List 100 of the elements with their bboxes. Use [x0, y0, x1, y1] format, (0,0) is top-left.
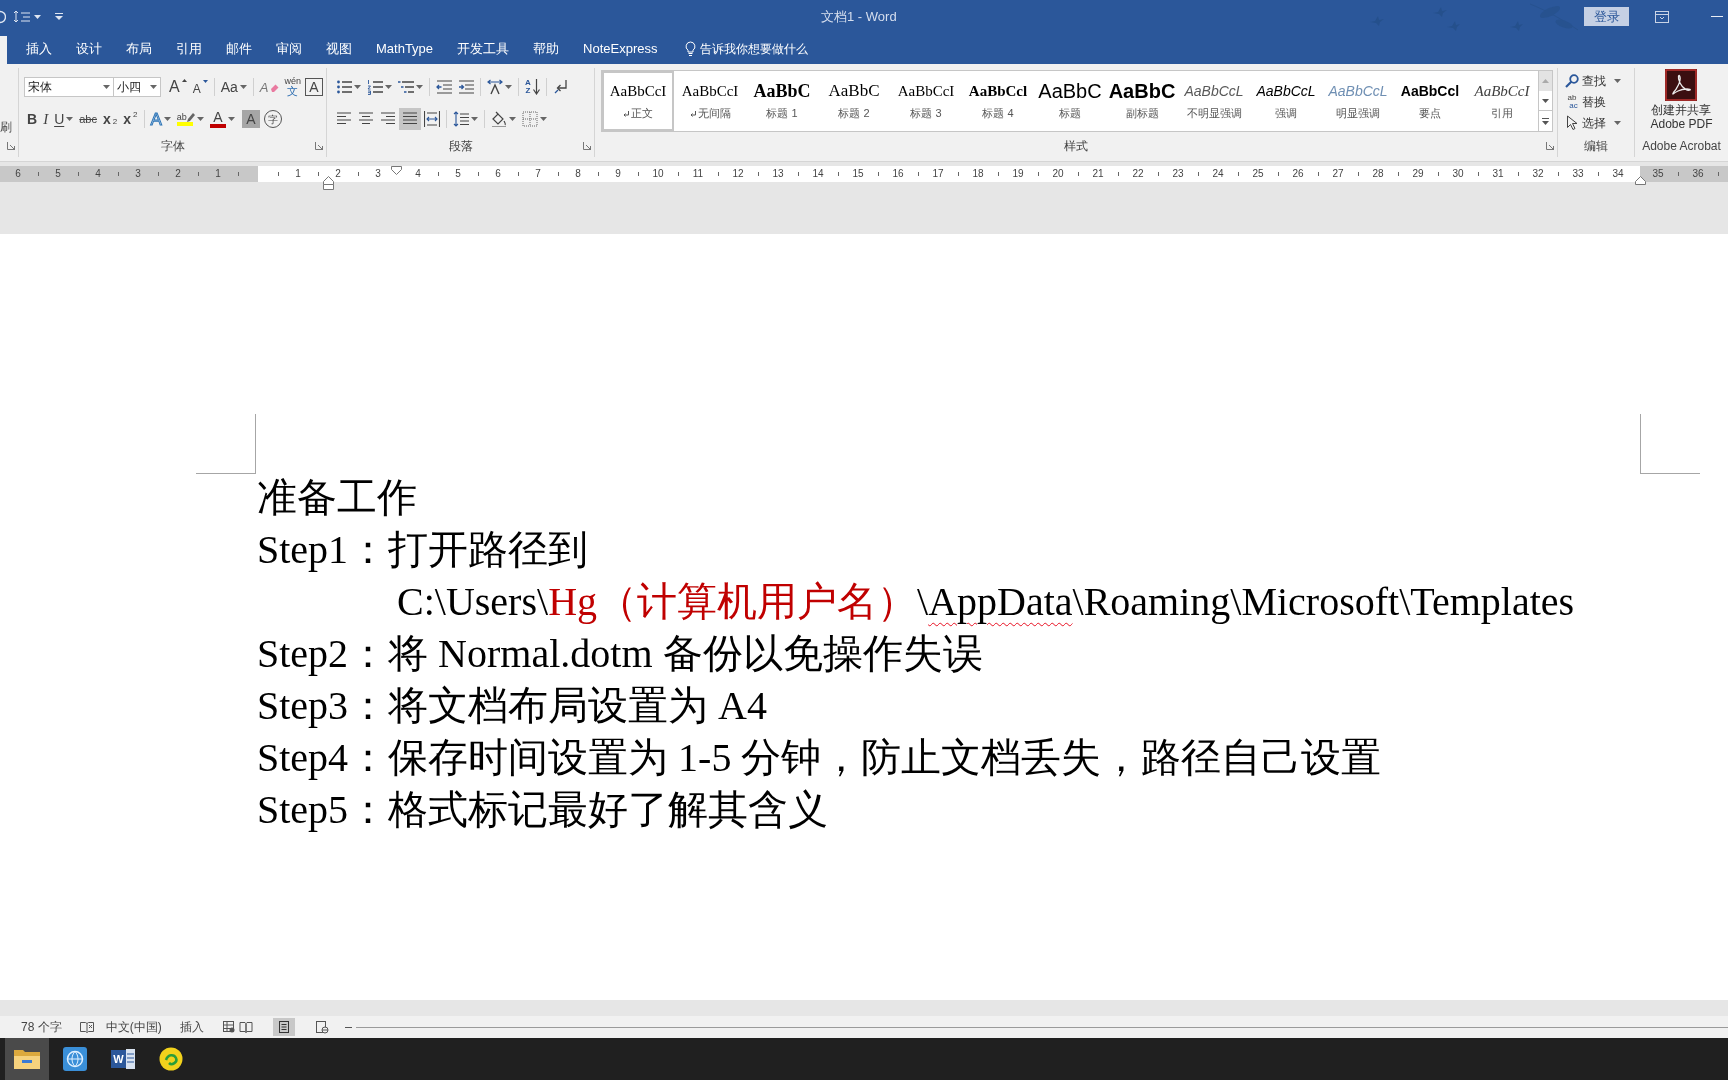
highlight-button[interactable]: ab: [173, 108, 207, 130]
caret-icon[interactable]: [505, 85, 512, 89]
list-arrows-icon[interactable]: [13, 9, 31, 24]
language-indicator[interactable]: 中文(中国): [105, 1018, 162, 1036]
caret-icon[interactable]: [239, 85, 247, 89]
caret-up-icon[interactable]: [181, 79, 187, 82]
right-indent-marker[interactable]: [1635, 176, 1646, 185]
print-layout-button[interactable]: [272, 1018, 295, 1036]
caret-icon[interactable]: [227, 117, 235, 121]
dialog-launcher-icon[interactable]: [315, 142, 323, 150]
first-line-indent-marker[interactable]: [391, 166, 402, 175]
dialog-launcher-icon[interactable]: [1546, 142, 1554, 150]
style-item[interactable]: AaBbCcl 标题 4: [962, 71, 1034, 131]
ribbon-tab[interactable]: 帮助: [521, 33, 572, 64]
style-item[interactable]: AaBbC 标题: [1034, 71, 1106, 131]
dialog-launcher-icon[interactable]: [7, 142, 15, 150]
taskbar-button[interactable]: [5, 1038, 49, 1080]
word-count[interactable]: 78 个字: [21, 1018, 62, 1036]
dialog-launcher-icon[interactable]: [583, 142, 591, 150]
hanging-indent-marker[interactable]: [323, 176, 334, 190]
tell-me-search[interactable]: 告诉我你想要做什么: [684, 33, 808, 64]
style-item[interactable]: AaBbCcl 要点: [1394, 71, 1466, 131]
format-painter-label[interactable]: 刷: [0, 120, 18, 134]
style-item[interactable]: AaBbCcI 无间隔: [674, 71, 746, 131]
caret-icon[interactable]: [196, 117, 204, 121]
globe-icon[interactable]: [63, 1047, 87, 1071]
caret-icon[interactable]: [385, 85, 392, 89]
ribbon-display-icon[interactable]: [1655, 10, 1669, 23]
style-item[interactable]: AaBbC 副标题: [1106, 71, 1178, 131]
italic-button[interactable]: I: [40, 108, 52, 130]
caret-icon[interactable]: [163, 117, 171, 121]
ribbon-tab[interactable]: 布局: [114, 33, 164, 64]
caret-icon[interactable]: [66, 117, 74, 121]
gallery-more-icon[interactable]: [1542, 117, 1549, 125]
pen-icon[interactable]: [186, 112, 195, 122]
character-border-button[interactable]: A: [305, 78, 323, 96]
find-button[interactable]: 查找: [1565, 70, 1634, 91]
search-icon[interactable]: [1565, 73, 1579, 88]
text-direction-icon[interactable]: [487, 79, 503, 95]
strikethrough-button[interactable]: abc: [76, 108, 100, 130]
color-bar-icon[interactable]: [176, 121, 193, 126]
insert-mode-indicator[interactable]: 插入: [179, 1018, 204, 1036]
web-layout-icon[interactable]: [314, 1020, 329, 1034]
folder-icon[interactable]: [13, 1048, 41, 1070]
grow-font-button[interactable]: A: [166, 76, 190, 98]
numbered-list-icon[interactable]: [367, 79, 383, 95]
print-layout-icon[interactable]: [276, 1020, 291, 1034]
caret-icon[interactable]: [34, 14, 41, 19]
ribbon-tab[interactable]: 邮件: [214, 33, 264, 64]
style-item[interactable]: AaBbCcL 强调: [1250, 71, 1322, 131]
clear-formatting-button[interactable]: A: [256, 76, 283, 98]
create-pdf-button[interactable]: 创建并共享 Adobe PDF: [1650, 69, 1713, 131]
caret-icon[interactable]: [1614, 78, 1621, 83]
style-item[interactable]: AaBbC 标题 1: [746, 71, 818, 131]
caret-icon[interactable]: [150, 85, 157, 89]
ribbon-tab[interactable]: 审阅: [264, 33, 314, 64]
read-mode-icon[interactable]: [238, 1020, 253, 1034]
select-button[interactable]: 选择: [1565, 112, 1634, 133]
down-arrow-icon[interactable]: [532, 79, 540, 95]
style-item[interactable]: AaBbCcL 明显强调: [1322, 71, 1394, 131]
customize-menu-icon[interactable]: [55, 13, 63, 20]
subscript-button[interactable]: x 2: [100, 108, 121, 130]
ribbon-tab[interactable]: 设计: [64, 33, 114, 64]
caret-down-icon[interactable]: [202, 80, 208, 83]
style-item[interactable]: AaBbCcI 标题 3: [890, 71, 962, 131]
ribbon-tab[interactable]: NoteExpress: [571, 33, 670, 64]
phonetic-guide-button[interactable]: wén 文: [282, 76, 303, 98]
caret-icon[interactable]: [509, 117, 516, 121]
sort-button[interactable]: A Z: [522, 76, 543, 98]
font-size-combobox[interactable]: 小四: [114, 77, 161, 97]
font-color-button[interactable]: A: [206, 108, 238, 130]
swirl-disc-icon[interactable]: [159, 1047, 183, 1071]
multilevel-list-icon[interactable]: [398, 79, 414, 95]
ribbon-tab[interactable]: 开发工具: [445, 33, 522, 64]
shrink-font-button[interactable]: A: [189, 76, 211, 98]
caret-icon[interactable]: [471, 117, 478, 121]
caret-icon[interactable]: [354, 85, 361, 89]
font-name-combobox[interactable]: 宋体: [24, 77, 114, 97]
style-item[interactable]: AaBbCcI 正文: [602, 71, 674, 131]
macro-icon[interactable]: [222, 1021, 235, 1033]
ribbon-tab[interactable]: 视图: [314, 33, 364, 64]
bold-button[interactable]: B: [24, 108, 41, 130]
proofing-book-icon[interactable]: [79, 1021, 94, 1033]
line-spacing-icon[interactable]: [453, 111, 469, 127]
ribbon-tab[interactable]: MathType: [364, 33, 446, 64]
caret-icon[interactable]: [1614, 120, 1621, 125]
pdf-icon[interactable]: [1665, 69, 1698, 101]
color-bar-icon[interactable]: [209, 124, 226, 128]
scroll-down-icon[interactable]: [1542, 98, 1549, 103]
style-item[interactable]: AaBbCcL 不明显强调: [1178, 71, 1250, 131]
taskbar-button[interactable]: W: [101, 1038, 145, 1080]
character-shading-button[interactable]: A: [241, 110, 260, 128]
sign-in-button[interactable]: 登录: [1584, 7, 1629, 26]
paint-bucket-icon[interactable]: [491, 111, 507, 127]
underline-button[interactable]: U: [51, 108, 77, 130]
style-item[interactable]: AaBbC 标题 2: [818, 71, 890, 131]
caret-icon[interactable]: [540, 117, 547, 121]
change-case-button[interactable]: Aa: [217, 76, 250, 98]
ribbon-tab[interactable]: 插入: [14, 33, 64, 64]
style-item[interactable]: AaBbCcI 引用: [1466, 71, 1538, 131]
